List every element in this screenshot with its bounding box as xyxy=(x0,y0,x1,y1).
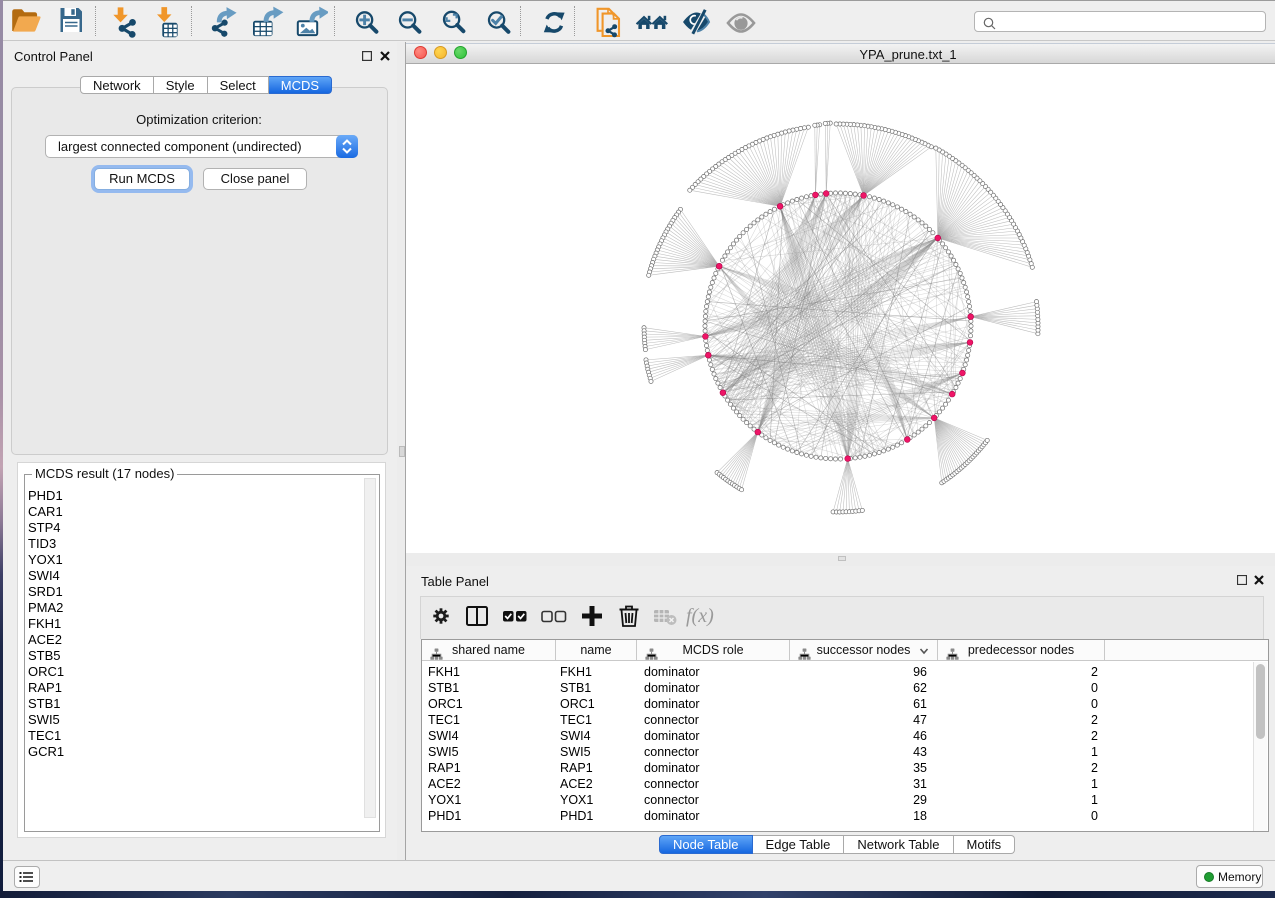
svg-text:f(x): f(x) xyxy=(686,605,714,627)
